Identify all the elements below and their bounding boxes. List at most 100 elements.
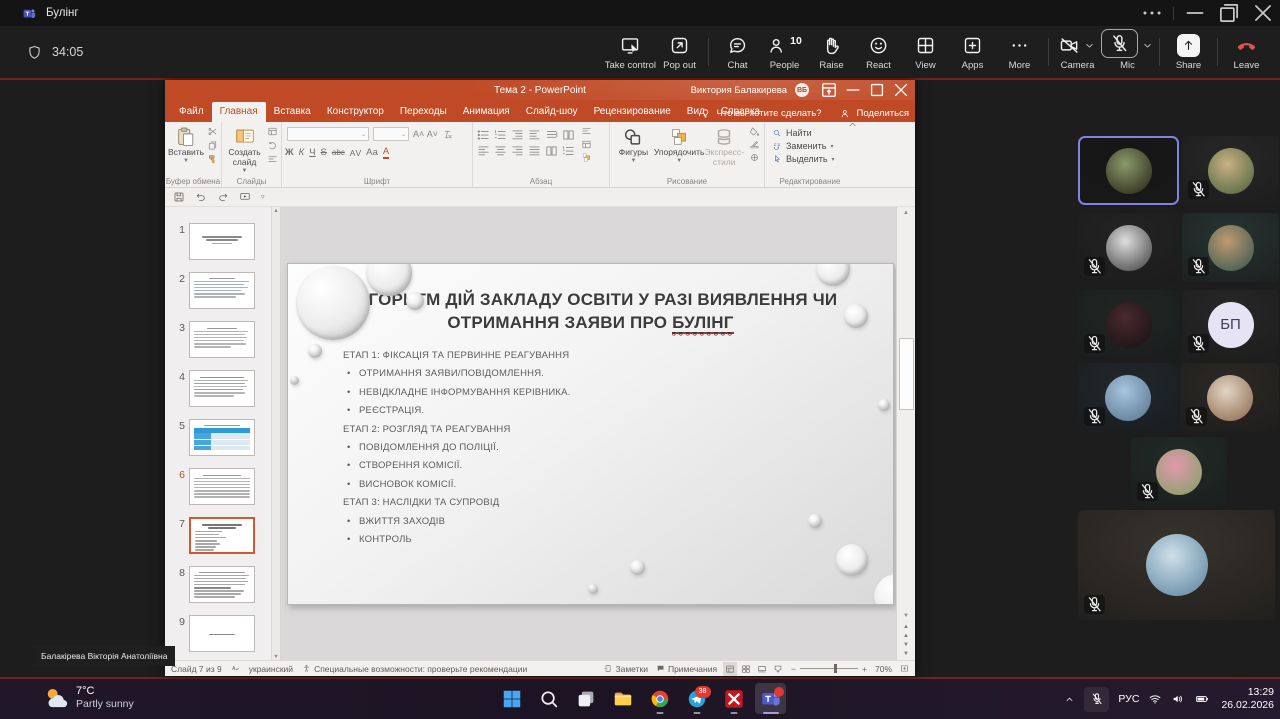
font-style-button[interactable]: А	[383, 146, 389, 159]
participant-tile[interactable]: БП	[1182, 290, 1279, 359]
paste-button[interactable]: Вставить ▼	[168, 126, 204, 165]
accessibility-status[interactable]: Специальные возможности: проверьте реком…	[314, 664, 527, 674]
shape-effects-icon[interactable]	[748, 152, 761, 163]
customize-qat-icon[interactable]: ▿	[261, 193, 265, 201]
powerpoint-close-button[interactable]	[889, 80, 913, 100]
start-slideshow-icon[interactable]	[239, 191, 251, 203]
add-columns-icon[interactable]	[544, 144, 559, 158]
font-style-button[interactable]: Аа	[366, 147, 378, 158]
collapse-ribbon-icon[interactable]	[847, 119, 858, 130]
decrease-indent-icon[interactable]	[510, 128, 525, 142]
tray-chevron-up-icon[interactable]	[1064, 694, 1075, 705]
reading-view-icon[interactable]	[757, 664, 767, 674]
font-style-button[interactable]: S	[321, 147, 327, 158]
arrange-button[interactable]: Упорядочить ▼	[654, 126, 705, 165]
slide-thumbnail-3[interactable]: 3	[165, 321, 272, 358]
previous-slide-button[interactable]: ▲▲	[897, 623, 915, 641]
language-indicator[interactable]: украинский	[249, 664, 293, 674]
participant-tile[interactable]	[1078, 510, 1275, 620]
slide-thumbnail-7[interactable]: 7	[165, 517, 272, 554]
slideshow-icon[interactable]	[773, 664, 783, 674]
columns-icon[interactable]	[561, 128, 576, 142]
align-center-icon[interactable]	[493, 144, 508, 158]
taskbar-weather-widget[interactable]: 7°C Partly sunny	[42, 684, 134, 711]
slide-thumbnail-1[interactable]: 1	[165, 223, 272, 260]
shape-fill-icon[interactable]	[748, 126, 761, 137]
new-slide-button[interactable]: Создать слайд ▼	[225, 126, 264, 174]
scroll-down-arrow[interactable]: ▼	[897, 610, 915, 623]
scroll-up-arrow[interactable]: ▲	[897, 207, 915, 220]
taskbar-telegram-button[interactable]: 38	[681, 683, 712, 714]
participant-tile[interactable]	[1180, 363, 1279, 432]
ppt-share-label[interactable]: Поделиться	[857, 108, 909, 119]
taskbar-search-button[interactable]	[533, 683, 564, 714]
ribbon-tab-главная[interactable]: Главная	[212, 102, 266, 122]
ribbon-tab-рецензирование[interactable]: Рецензирование	[586, 102, 679, 122]
battery-icon[interactable]	[1194, 692, 1210, 706]
line-spacing-icon[interactable]	[544, 128, 559, 142]
participant-tile[interactable]	[1182, 136, 1279, 205]
taskbar-clock[interactable]: 13:29 26.02.2026	[1221, 686, 1274, 712]
language-switcher[interactable]: РУС	[1118, 693, 1139, 705]
slide-thumbnail-5[interactable]: 5	[165, 419, 272, 456]
shapes-button[interactable]: Фигуры ▼	[613, 126, 654, 165]
taskbar-pdf-viewer-button[interactable]	[718, 683, 749, 714]
quick-styles-button[interactable]: Экспресс-стили	[704, 126, 744, 168]
reset-icon[interactable]	[267, 140, 278, 151]
meeting-raise-button[interactable]: Raise	[808, 26, 855, 78]
redo-icon[interactable]	[217, 191, 229, 203]
taskbar-start-button[interactable]	[496, 683, 527, 714]
undo-icon[interactable]	[195, 191, 207, 203]
ribbon-tab-анимация[interactable]: Анимация	[455, 102, 518, 122]
meeting-mic-button[interactable]: Mic	[1101, 26, 1154, 78]
slide-thumbnail-8[interactable]: 8	[165, 566, 272, 603]
taskbar-teams-button[interactable]	[755, 683, 786, 714]
font-style-button[interactable]: Ж	[285, 147, 294, 158]
tell-me-label[interactable]: Что вы хотите сделать?	[717, 108, 822, 119]
notes-toggle[interactable]: Заметки	[615, 664, 648, 674]
tray-mic-muted-icon[interactable]	[1084, 687, 1109, 712]
comments-toggle[interactable]: Примечания	[668, 664, 717, 674]
powerpoint-minimize-button[interactable]	[841, 80, 865, 100]
select-button[interactable]: Выделить ▾	[772, 154, 848, 164]
format-painter-icon[interactable]	[207, 154, 218, 165]
ribbon-tab-конструктор[interactable]: Конструктор	[319, 102, 392, 122]
slide-thumbnail-4[interactable]: 4	[165, 370, 272, 407]
window-maximize-button[interactable]	[1212, 0, 1246, 26]
layout-icon[interactable]	[267, 126, 278, 137]
slide-thumbnail-6[interactable]: 6	[165, 468, 272, 505]
slide-thumbnail-2[interactable]: 2	[165, 272, 272, 309]
ribbon-tab-вставка[interactable]: Вставка	[266, 102, 319, 122]
ribbon-tab-переходы[interactable]: Переходы	[392, 102, 455, 122]
text-direction-icon[interactable]	[580, 126, 593, 137]
scrollbar-thumb[interactable]	[899, 338, 914, 410]
meeting-chat-button[interactable]: Chat	[714, 26, 761, 78]
align-text-icon[interactable]	[580, 139, 593, 150]
align-right-icon[interactable]	[510, 144, 525, 158]
chevron-down-icon[interactable]	[1141, 39, 1154, 52]
ribbon-tab-слайд-шоу[interactable]: Слайд-шоу	[518, 102, 586, 122]
copy-icon[interactable]	[207, 140, 218, 151]
window-minimize-button[interactable]	[1178, 0, 1212, 26]
ribbon-tab-файл[interactable]: Файл	[171, 102, 212, 122]
chevron-down-icon[interactable]	[1083, 39, 1096, 52]
font-style-button[interactable]: abc	[332, 148, 345, 157]
account-name[interactable]: Виктория Балакирева	[691, 85, 787, 96]
meeting-people-button[interactable]: 10People	[761, 26, 808, 78]
slide-body-text[interactable]: ЕТАП 1: ФІКСАЦІЯ ТА ПЕРВИННЕ РЕАГУВАННЯО…	[343, 350, 863, 552]
replace-button[interactable]: Заменить ▾	[772, 141, 848, 151]
meeting-share-button[interactable]: Share	[1165, 26, 1212, 78]
meeting-take-control-button[interactable]: Take control	[605, 26, 656, 78]
slide-editor-area[interactable]: АЛГОРИТМ ДІЙ ЗАКЛАДУ ОСВІТИ У РАЗІ ВИЯВЛ…	[281, 207, 896, 662]
slide-sorter-icon[interactable]	[741, 664, 751, 674]
convert-smartart-icon[interactable]	[580, 152, 593, 163]
shape-outline-icon[interactable]	[748, 139, 761, 150]
thumbnail-scrollbar[interactable]: ▲ ▼	[271, 207, 280, 662]
slide-canvas[interactable]: АЛГОРИТМ ДІЙ ЗАКЛАДУ ОСВІТИ У РАЗІ ВИЯВЛ…	[287, 263, 894, 605]
font-size-select[interactable]: ⌄	[373, 127, 409, 141]
ribbon-display-options-button[interactable]	[817, 80, 841, 100]
font-name-select[interactable]: ⌄	[287, 127, 369, 141]
participant-tile[interactable]	[1078, 363, 1177, 432]
cut-icon[interactable]	[207, 126, 218, 137]
zoom-slider[interactable]: −+	[791, 664, 867, 674]
